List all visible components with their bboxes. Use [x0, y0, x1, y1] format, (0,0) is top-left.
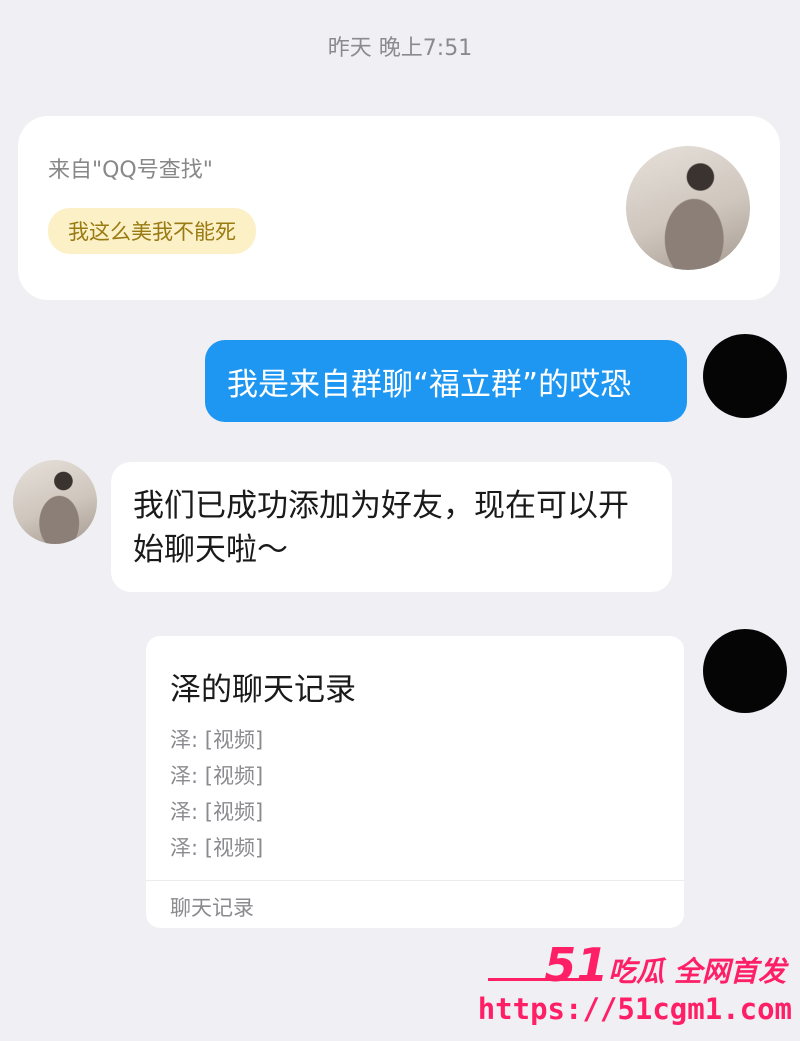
friend-avatar[interactable]: [13, 460, 97, 544]
watermark: 51吃瓜 全网首发 https://51cgm1.com: [478, 936, 800, 1041]
watermark-brand-text: 吃瓜 全网首发: [608, 955, 786, 988]
friend-source-card[interactable]: 来自"QQ号查找" 我这么美我不能死: [18, 116, 780, 300]
incoming-message-bubble[interactable]: 我们已成功添加为好友，现在可以开始聊天啦～: [111, 462, 672, 592]
friend-profile-avatar[interactable]: [626, 146, 750, 270]
watermark-url: https://51cgm1.com: [477, 992, 792, 1026]
chat-record-line: 泽: [视频]: [170, 764, 264, 788]
chat-record-line: 泽: [视频]: [170, 728, 264, 752]
chat-timestamp: 昨天 晚上7:51: [327, 36, 473, 61]
source-label: 来自"QQ号查找": [48, 158, 213, 183]
watermark-brand: 51吃瓜 全网首发: [544, 938, 786, 992]
my-avatar[interactable]: [703, 629, 787, 713]
incoming-message-text: 我们已成功添加为好友，现在可以开始聊天啦～: [133, 488, 629, 568]
outgoing-message-bubble[interactable]: 我是来自群聊“福立群”的哎恐: [205, 340, 687, 422]
chat-record-line: 泽: [视频]: [170, 836, 264, 860]
watermark-brand-number: 51: [544, 938, 609, 992]
divider: [146, 880, 684, 881]
chat-record-line: 泽: [视频]: [170, 800, 264, 824]
chat-record-card[interactable]: 泽的聊天记录 泽: [视频] 泽: [视频] 泽: [视频] 泽: [视频] 聊…: [146, 636, 684, 928]
my-avatar[interactable]: [703, 334, 787, 418]
outgoing-message-text: 我是来自群聊“福立群”的哎恐: [227, 366, 632, 403]
chat-record-lines: 泽: [视频] 泽: [视频] 泽: [视频] 泽: [视频]: [170, 722, 263, 866]
chat-record-footer: 聊天记录: [170, 896, 254, 920]
chat-record-title: 泽的聊天记录: [170, 672, 356, 708]
signature-tag: 我这么美我不能死: [48, 208, 256, 254]
